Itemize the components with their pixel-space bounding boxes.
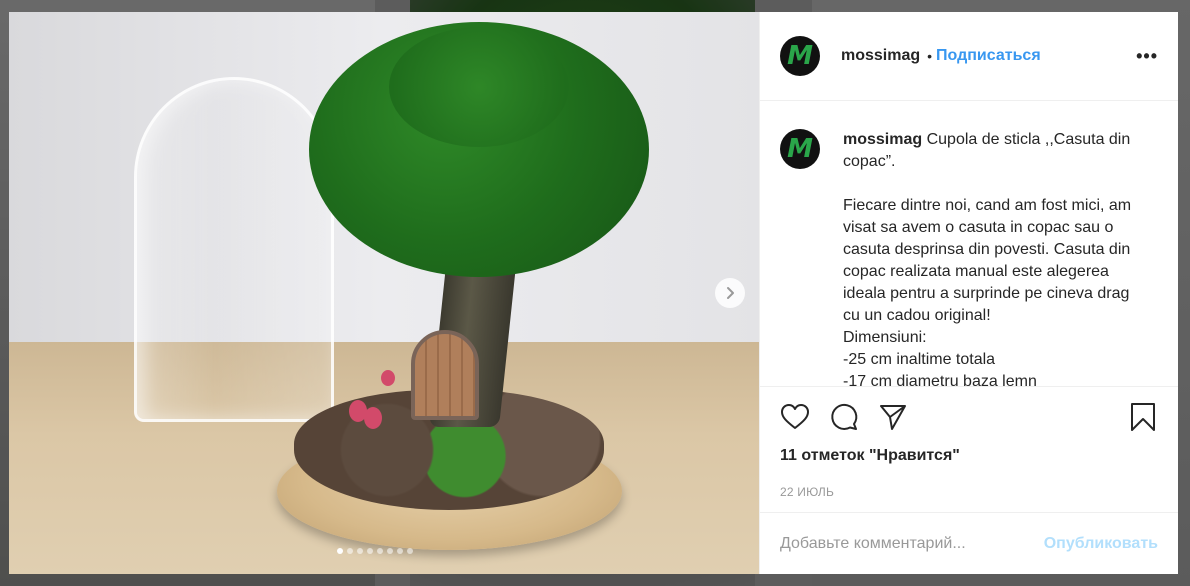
- action-bar: [760, 387, 1178, 447]
- post-date[interactable]: 22 июль: [760, 473, 1178, 513]
- follow-separator: •: [927, 48, 933, 64]
- follow-button[interactable]: Подписаться: [936, 47, 1041, 65]
- avatar[interactable]: M: [780, 36, 820, 76]
- carousel-dot: [347, 548, 353, 554]
- avatar[interactable]: M: [780, 129, 820, 169]
- carousel-dot: [377, 548, 383, 554]
- username-link[interactable]: mossimag: [841, 47, 920, 65]
- carousel-dot: [407, 548, 413, 554]
- like-button[interactable]: [780, 401, 812, 433]
- comment-form: Опубликовать: [760, 513, 1178, 574]
- share-icon: [880, 405, 906, 430]
- chevron-right-icon: [727, 287, 734, 299]
- likes-count[interactable]: 11 отметок "Нравится": [760, 447, 1178, 473]
- flower: [364, 407, 382, 429]
- caption-text: mossimag Cupola de sticla ,,Casuta din c…: [843, 129, 1148, 386]
- post-modal: M mossimag • Подписаться ••• M mossimag …: [9, 12, 1178, 574]
- share-button[interactable]: [878, 401, 910, 433]
- carousel-dot: [357, 548, 363, 554]
- carousel-dot: [367, 548, 373, 554]
- glass-dome: [134, 77, 334, 422]
- post-photo: [9, 12, 759, 574]
- carousel-dot: [337, 548, 343, 554]
- caption-username[interactable]: mossimag: [843, 131, 922, 148]
- carousel-dot: [387, 548, 393, 554]
- tree-door: [411, 330, 479, 420]
- caption-body: Cupola de sticla ,,Casuta din copac”. Fi…: [843, 131, 1132, 387]
- more-options-icon[interactable]: •••: [1136, 46, 1158, 67]
- caption-area: M mossimag Cupola de sticla ,,Casuta din…: [760, 101, 1178, 387]
- next-photo-button[interactable]: [715, 278, 745, 308]
- post-header: M mossimag • Подписаться •••: [760, 12, 1178, 101]
- comment-icon: [831, 404, 858, 430]
- comment-button[interactable]: [829, 401, 861, 433]
- carousel-dot: [397, 548, 403, 554]
- flower: [381, 370, 395, 386]
- heart-icon: [781, 404, 809, 429]
- publish-button[interactable]: Опубликовать: [1044, 535, 1158, 553]
- post-side-panel: M mossimag • Подписаться ••• M mossimag …: [759, 12, 1178, 574]
- carousel-indicator: [337, 548, 413, 554]
- bookmark-icon: [1131, 403, 1155, 431]
- save-button[interactable]: [1126, 401, 1158, 433]
- comment-input[interactable]: [780, 534, 1044, 553]
- tree-canopy-top: [389, 27, 569, 147]
